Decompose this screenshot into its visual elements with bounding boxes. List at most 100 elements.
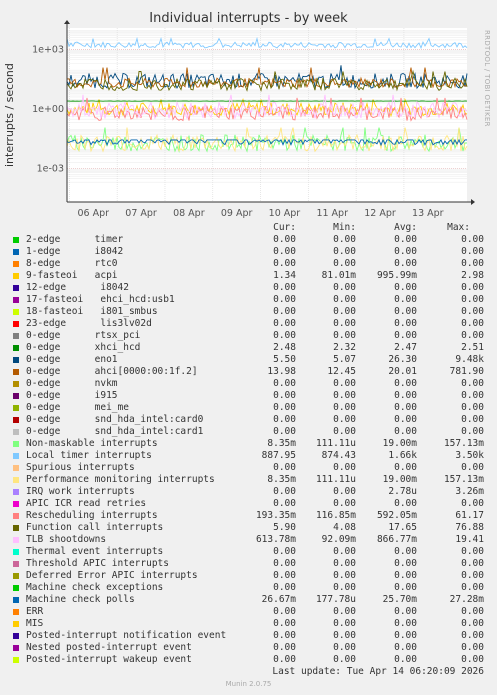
legend-row: 17-fasteoi ehci_hcd:usb1 0.00 0.00 0.00 0.00 xyxy=(0,294,497,306)
series-name: Machine check polls xyxy=(26,594,135,605)
series-swatch xyxy=(13,621,19,627)
legend-row: 1-edge i8042 0.00 0.00 0.00 0.00 xyxy=(0,246,497,258)
series-min: 0.00 xyxy=(333,414,356,425)
series-min: 0.00 xyxy=(333,630,356,641)
x-tick-label: 12 Apr xyxy=(364,208,396,219)
series-min: 0.00 xyxy=(333,306,356,317)
series-name: 0-edge mei_me xyxy=(26,402,129,413)
series-avg: 0.00 xyxy=(394,234,417,245)
x-axis-arrow xyxy=(471,199,475,205)
series-swatch xyxy=(13,633,19,639)
series-swatch xyxy=(13,309,19,315)
legend-row: 0-edge i915 0.00 0.00 0.00 0.00 xyxy=(0,390,497,402)
series-min: 0.00 xyxy=(333,426,356,437)
series-min: 0.00 xyxy=(333,378,356,389)
series-max: 157.13m xyxy=(443,474,484,485)
series-swatch xyxy=(13,645,19,651)
x-tick-label: 10 Apr xyxy=(269,208,301,219)
series-swatch xyxy=(13,273,19,279)
series-swatch xyxy=(13,441,19,447)
legend-row: 8-edge rtc0 0.00 0.00 0.00 0.00 xyxy=(0,258,497,270)
series-swatch xyxy=(13,657,19,663)
series-swatch xyxy=(13,573,19,579)
series-name: 0-edge eno1 xyxy=(26,354,118,365)
series-min: 0.00 xyxy=(333,234,356,245)
legend-row: 0-edge xhci_hcd 2.48 2.32 2.47 2.51 xyxy=(0,342,497,354)
series-avg: 0.00 xyxy=(394,642,417,653)
series-max: 0.00 xyxy=(461,246,484,257)
series-swatch xyxy=(13,321,19,327)
series-avg: 0.00 xyxy=(394,654,417,665)
series-max: 0.00 xyxy=(461,306,484,317)
series-min: 92.09m xyxy=(321,534,356,545)
series-name: Thermal event interrupts xyxy=(26,546,164,557)
series-avg: 26.30 xyxy=(388,354,417,365)
series-min: 0.00 xyxy=(333,558,356,569)
legend-row: Posted-interrupt wakeup event 0.00 0.00 0.0… xyxy=(0,654,497,666)
series-avg: 0.00 xyxy=(394,330,417,341)
series-min: 116.85m xyxy=(315,510,356,521)
legend-row: Non-maskable interrupts 8.35m 111.11u 19.00… xyxy=(0,438,497,450)
series-name: Spurious interrupts xyxy=(26,462,135,473)
series-swatch xyxy=(13,525,19,531)
series-avg: 0.00 xyxy=(394,618,417,629)
series-swatch xyxy=(13,513,19,519)
header-avg: Avg: xyxy=(394,222,417,233)
legend-row: Local timer interrupts 887.95 874.43 1.66k 3… xyxy=(0,450,497,462)
series-avg: 2.47 xyxy=(394,342,417,353)
series-swatch xyxy=(13,489,19,495)
x-tick-label: 11 Apr xyxy=(316,208,348,219)
series-swatch xyxy=(13,609,19,615)
series-swatch xyxy=(13,333,19,339)
series-max: 0.00 xyxy=(461,498,484,509)
series-max: 2.98 xyxy=(461,270,484,281)
x-tick-label: 08 Apr xyxy=(173,208,205,219)
series-name: 0-edge snd_hda_intel:card1 xyxy=(26,426,204,437)
series-name: Deferred Error APIC interrupts xyxy=(26,570,198,581)
series-swatch xyxy=(13,297,19,303)
legend-row: 9-fasteoi acpi 1.34 81.01m 995.99m 2.98 xyxy=(0,270,497,282)
series-min: 2.32 xyxy=(333,342,356,353)
x-tick-label: 07 Apr xyxy=(125,208,157,219)
series-name: MIS xyxy=(26,618,44,629)
series-max: 27.28m xyxy=(449,594,484,605)
series-swatch xyxy=(13,597,19,603)
series-swatch xyxy=(13,417,19,423)
series-name: 0-edge snd_hda_intel:card0 xyxy=(26,414,204,425)
series-swatch xyxy=(13,405,19,411)
series-max: 0.00 xyxy=(461,378,484,389)
series-min: 0.00 xyxy=(333,546,356,557)
series-swatch xyxy=(13,501,19,507)
series-name: 1-edge i8042 xyxy=(26,246,124,257)
series-name: 9-fasteoi acpi xyxy=(26,270,118,281)
series-min: 0.00 xyxy=(333,390,356,401)
legend-row: 0-edge snd_hda_intel:card1 0.00 0.00 0.00 0.… xyxy=(0,426,497,438)
series-max: 61.17 xyxy=(455,510,484,521)
series-swatch xyxy=(13,381,19,387)
y-tick-label: 1e+03 xyxy=(32,44,64,55)
series-max: 19.41 xyxy=(455,534,484,545)
series-avg: 0.00 xyxy=(394,498,417,509)
series-name: 0-edge rtsx_pci xyxy=(26,330,141,341)
series-name: IRQ work interrupts xyxy=(26,486,135,497)
series-name: Rescheduling interrupts xyxy=(26,510,158,521)
series-name: 17-fasteoi ehci_hcd:usb1 xyxy=(26,294,175,305)
series-avg: 592.05m xyxy=(376,510,417,521)
series-name: Performance monitoring interrupts xyxy=(26,474,215,485)
legend-header: Cur: Min: Avg: Max: xyxy=(0,222,497,234)
series-max: 0.00 xyxy=(461,606,484,617)
series-name: Function call interrupts xyxy=(26,522,164,533)
series-name: 0-edge xhci_hcd xyxy=(26,342,141,353)
legend-row: Spurious interrupts 0.00 0.00 0.00 0.00 xyxy=(0,462,497,474)
legend-row: Function call interrupts 5.90 4.08 17.65 76.… xyxy=(0,522,497,534)
series-max: 0.00 xyxy=(461,642,484,653)
series-max: 0.00 xyxy=(461,402,484,413)
series-min: 0.00 xyxy=(333,618,356,629)
series-min: 0.00 xyxy=(333,330,356,341)
series-min: 81.01m xyxy=(321,270,356,281)
x-tick-label: 09 Apr xyxy=(221,208,253,219)
series-max: 0.00 xyxy=(461,462,484,473)
series-name: Threshold APIC interrupts xyxy=(26,558,169,569)
legend-row: 0-edge nvkm 0.00 0.00 0.00 0.00 xyxy=(0,378,497,390)
series-max: 0.00 xyxy=(461,630,484,641)
